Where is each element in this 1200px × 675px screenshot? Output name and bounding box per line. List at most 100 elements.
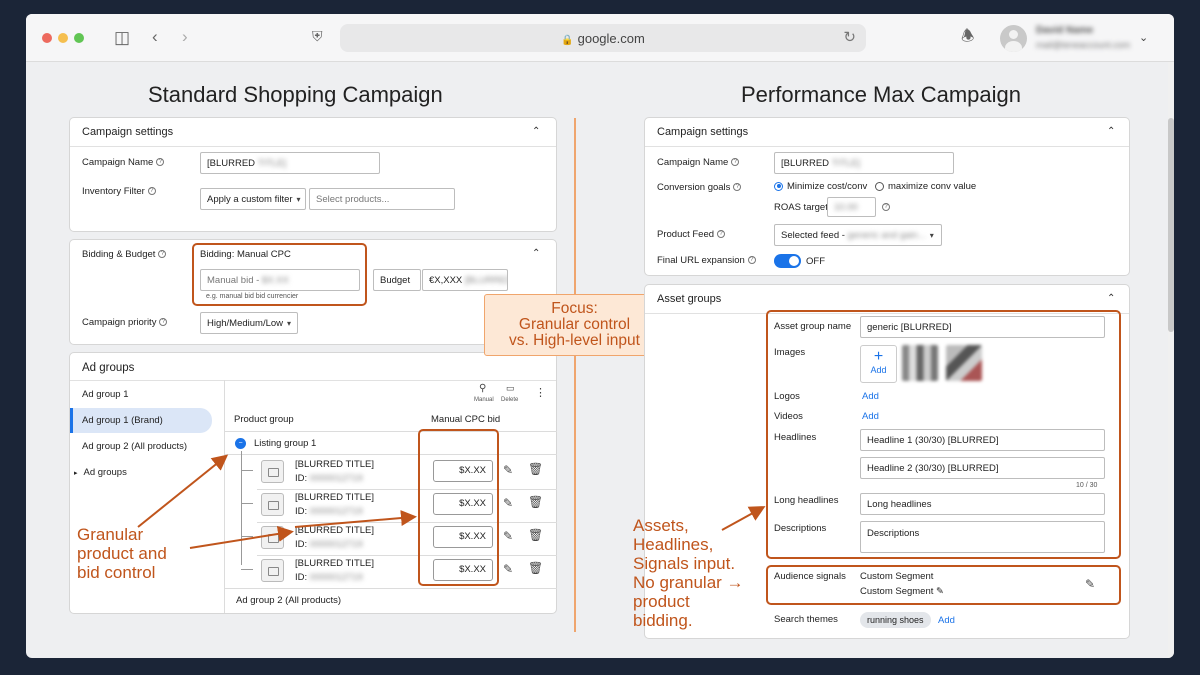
- card-title: Ad groups: [82, 362, 135, 374]
- focus-line-3: vs. High-level input: [509, 332, 640, 349]
- campaign-priority-dropdown[interactable]: High/Medium/Low: [200, 312, 298, 334]
- search-theme-chip[interactable]: running shoes: [860, 612, 931, 628]
- final-url-toggle[interactable]: [774, 254, 801, 268]
- more-options-icon[interactable]: ⋮: [535, 386, 546, 399]
- help-icon[interactable]: ?: [156, 158, 165, 167]
- annotation-line: product and: [77, 544, 167, 563]
- radio-maximize-value[interactable]: maximize conv value: [875, 181, 976, 192]
- trash-icon[interactable]: 🗑: [528, 561, 543, 575]
- conversion-goals-label: Conversion goals?: [657, 182, 742, 193]
- add-search-theme-link[interactable]: Add: [938, 615, 955, 626]
- product-image-icon: [261, 526, 284, 549]
- product-image-icon: [261, 460, 284, 483]
- shield-icon[interactable]: ⛨: [312, 29, 323, 43]
- forward-arrow-icon[interactable]: ›: [182, 28, 188, 45]
- lock-icon: 🔒: [561, 35, 574, 46]
- annotation-line: No granular →: [633, 573, 744, 592]
- maximize-window-dot[interactable]: [74, 33, 84, 43]
- back-arrow-icon[interactable]: ‹: [152, 28, 158, 45]
- radio-selected-icon[interactable]: [774, 181, 783, 191]
- collapse-chevron-icon[interactable]: ⌃: [1107, 293, 1115, 304]
- annotation-line: Signals input.: [633, 554, 736, 573]
- trash-icon[interactable]: 🗑: [528, 528, 543, 542]
- trash-icon[interactable]: 🗑: [528, 462, 543, 476]
- card-title: Campaign settings: [657, 126, 749, 138]
- notification-bell-icon[interactable]: 🕭: [961, 29, 974, 44]
- annotation-line: Assets,: [633, 516, 689, 535]
- column-header-bid: Manual CPC bid: [431, 414, 501, 425]
- close-window-dot[interactable]: [42, 33, 52, 43]
- edit-pencil-icon[interactable]: ✎: [503, 463, 513, 477]
- budget-field[interactable]: €X,XXX [BLURRED]: [422, 269, 508, 291]
- avatar[interactable]: [1000, 25, 1027, 52]
- roas-target-blurred: 10.00: [834, 201, 858, 213]
- product-image-icon: [261, 493, 284, 516]
- search-icon[interactable]: ⚲: [479, 383, 486, 394]
- toolbar-delete-label[interactable]: Delete: [501, 397, 518, 403]
- annotation-line: bid control: [77, 563, 156, 582]
- right-annotation: Assets, Headlines, Signals input. No gra…: [633, 516, 744, 630]
- delete-rect-icon[interactable]: ▭: [506, 383, 515, 394]
- trash-icon[interactable]: 🗑: [528, 495, 543, 509]
- product-feed-value: Selected feed -: [781, 229, 845, 241]
- sidebar-toggle-icon[interactable]: ◫: [114, 29, 130, 46]
- campaign-name-value: [BLURRED: [781, 157, 830, 169]
- help-icon[interactable]: ?: [159, 318, 168, 327]
- reload-icon[interactable]: ↻: [843, 28, 856, 46]
- footer-ad-group-2[interactable]: Ad group 2 (All products): [236, 595, 341, 606]
- sidebar-item-ad-groups[interactable]: ▸ Ad groups: [70, 460, 212, 485]
- table-row[interactable]: [BLURRED TITLE] ID: 0000012719 $X.XX ✎ 🗑: [241, 522, 557, 554]
- table-row[interactable]: [BLURRED TITLE] ID: 0000012719 $X.XX ✎ 🗑: [241, 555, 557, 587]
- collapse-chevron-icon[interactable]: ⌃: [532, 126, 540, 137]
- help-icon[interactable]: ?: [731, 158, 740, 167]
- collapse-chevron-icon[interactable]: ⌃: [1107, 126, 1115, 137]
- annotation-line: product: [633, 592, 690, 611]
- sidebar-item-ad-group-1-brand[interactable]: Ad group 1 (Brand): [70, 408, 212, 433]
- radio-minimize-cost[interactable]: Minimize cost/conv: [774, 181, 867, 192]
- row-divider: [225, 454, 557, 455]
- annotation-line: Granular: [77, 525, 144, 544]
- card-divider: [70, 380, 556, 381]
- table-row[interactable]: [BLURRED TITLE] ID: 0000012719 $X.XX ✎ 🗑: [241, 456, 557, 488]
- expand-caret-icon[interactable]: ▸: [74, 469, 78, 477]
- minimize-window-dot[interactable]: [58, 33, 68, 43]
- final-url-state: OFF: [806, 256, 825, 267]
- collapse-toggle-icon[interactable]: −: [235, 438, 246, 449]
- product-feed-dropdown[interactable]: Selected feed - generic and gain...: [774, 224, 942, 246]
- edit-pencil-icon[interactable]: ✎: [503, 496, 513, 510]
- scrollbar-thumb[interactable]: [1168, 118, 1174, 332]
- table-row[interactable]: [BLURRED TITLE] ID: 0000012719 $X.XX ✎ 🗑: [241, 489, 557, 521]
- column-header-product-group: Product group: [234, 414, 294, 425]
- focus-line-2: Granular control: [518, 316, 631, 333]
- toolbar-manual-label[interactable]: Manual: [474, 397, 494, 403]
- standard-shopping-heading: Standard Shopping Campaign: [148, 82, 443, 107]
- roas-target-input[interactable]: 10.00: [827, 197, 876, 217]
- card-divider: [645, 146, 1129, 147]
- help-icon[interactable]: ?: [147, 187, 156, 196]
- search-themes-label: Search themes: [774, 614, 838, 625]
- product-id: ID: 0000012719: [295, 473, 363, 484]
- inventory-filter-dropdown[interactable]: Apply a custom filter: [200, 188, 306, 210]
- address-bar[interactable]: 🔒 google.com ↻: [340, 24, 866, 52]
- help-icon[interactable]: ?: [733, 183, 742, 192]
- sidebar-item-ad-group-2[interactable]: Ad group 2 (All products): [70, 434, 212, 459]
- collapse-chevron-icon[interactable]: ⌃: [532, 248, 540, 259]
- help-icon[interactable]: ?: [717, 230, 726, 239]
- campaign-name-field[interactable]: [BLURRED TITLE]: [774, 152, 954, 174]
- budget-value: €X,XXX: [429, 274, 463, 286]
- left-campaign-settings-card: Campaign settings ⌃ Campaign Name? [BLUR…: [69, 117, 557, 232]
- product-feed-label: Product Feed?: [657, 229, 726, 240]
- sidebar-item-ad-group-1[interactable]: Ad group 1: [70, 382, 212, 407]
- final-url-expansion-label: Final URL expansion?: [657, 255, 756, 266]
- card-title: Asset groups: [657, 293, 722, 305]
- help-icon[interactable]: ?: [747, 256, 756, 265]
- select-products-input[interactable]: Select products...: [309, 188, 455, 210]
- campaign-name-field[interactable]: [BLURRED TITLE]: [200, 152, 380, 174]
- help-icon[interactable]: ?: [882, 203, 890, 211]
- account-chevron-down-icon[interactable]: ⌄: [1139, 31, 1148, 44]
- help-icon[interactable]: ?: [158, 250, 167, 259]
- product-title: [BLURRED TITLE]: [295, 492, 375, 503]
- radio-unselected-icon[interactable]: [875, 181, 884, 191]
- edit-pencil-icon[interactable]: ✎: [503, 562, 513, 576]
- edit-pencil-icon[interactable]: ✎: [503, 529, 513, 543]
